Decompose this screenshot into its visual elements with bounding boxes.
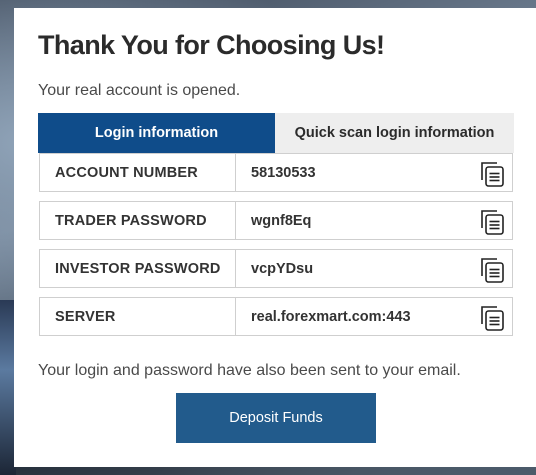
copy-icon[interactable] (472, 154, 512, 191)
server-row: SERVER real.forexmart.com:443 (39, 297, 513, 336)
tab-login-information[interactable]: Login information (38, 113, 275, 153)
investor-password-label: INVESTOR PASSWORD (40, 250, 236, 287)
account-number-value: 58130533 (251, 164, 316, 181)
login-tabs: Login information Quick scan login infor… (38, 113, 514, 153)
investor-password-row: INVESTOR PASSWORD vcpYDsu (39, 249, 513, 288)
account-opened-modal: Thank You for Choosing Us! Your real acc… (14, 8, 536, 467)
copy-icon[interactable] (472, 298, 512, 335)
tab-quick-scan-login-information[interactable]: Quick scan login information (275, 113, 514, 153)
deposit-funds-button[interactable]: Deposit Funds (176, 393, 376, 443)
account-number-label: ACCOUNT NUMBER (40, 154, 236, 191)
trader-password-row: TRADER PASSWORD wgnf8Eq (39, 201, 513, 240)
copy-icon[interactable] (472, 202, 512, 239)
credentials-list: ACCOUNT NUMBER 58130533 TRADER PASSWORD … (39, 153, 513, 345)
trader-password-label: TRADER PASSWORD (40, 202, 236, 239)
server-value: real.forexmart.com:443 (251, 308, 411, 325)
trader-password-value: wgnf8Eq (251, 212, 312, 229)
account-number-row: ACCOUNT NUMBER 58130533 (39, 153, 513, 192)
investor-password-value: vcpYDsu (251, 260, 314, 277)
copy-icon[interactable] (472, 250, 512, 287)
modal-subtitle: Your real account is opened. (38, 82, 241, 99)
email-notice: Your login and password have also been s… (38, 362, 461, 379)
modal-title: Thank You for Choosing Us! (38, 30, 385, 60)
server-label: SERVER (40, 298, 236, 335)
